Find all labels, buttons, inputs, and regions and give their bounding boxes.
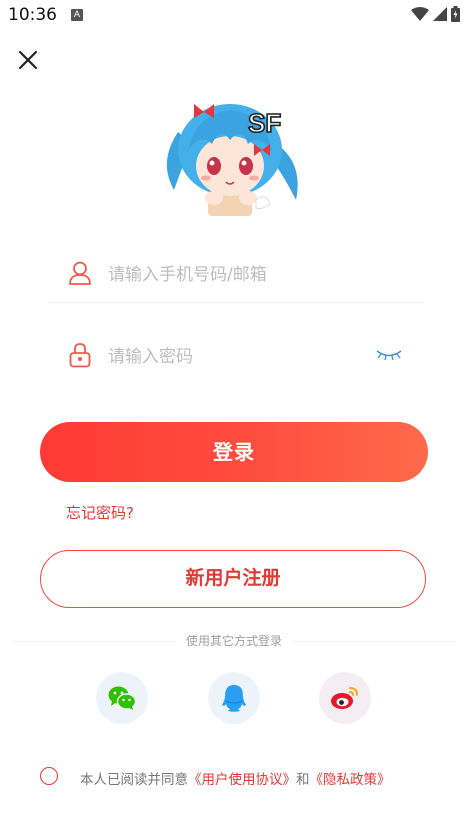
- user-icon: [69, 261, 91, 285]
- agreement-row: 本人已阅读并同意《用户使用协议》和《隐私政策》: [40, 766, 450, 788]
- forgot-password-link[interactable]: 忘记密码?: [66, 502, 134, 523]
- login-button[interactable]: 登录: [40, 422, 428, 482]
- user-agreement-link[interactable]: 《用户使用协议》: [188, 772, 296, 788]
- weibo-login-button[interactable]: [319, 672, 371, 724]
- agreement-prefix: 本人已阅读并同意: [80, 772, 188, 788]
- signal-icon: [433, 7, 447, 21]
- status-bar: 10:36 A: [0, 0, 468, 32]
- close-button[interactable]: [14, 46, 42, 74]
- wifi-icon: [411, 7, 429, 21]
- status-time: 10:36: [8, 5, 57, 25]
- notification-icon: A: [71, 9, 83, 21]
- agreement-and: 和: [296, 772, 310, 788]
- close-icon: [18, 50, 38, 70]
- password-field[interactable]: 请输入密码: [48, 324, 424, 384]
- register-button[interactable]: 新用户注册: [40, 550, 426, 608]
- qq-login-button[interactable]: [208, 672, 260, 724]
- account-field[interactable]: 请输入手机号码/邮箱: [48, 242, 424, 303]
- lock-icon: [69, 343, 91, 368]
- mascot-badge: SF: [248, 108, 281, 138]
- mascot-image: SF: [156, 92, 306, 222]
- qq-icon: [222, 685, 246, 712]
- agreement-text: 本人已阅读并同意《用户使用协议》和《隐私政策》: [80, 768, 391, 788]
- wechat-login-button[interactable]: [96, 672, 148, 724]
- wechat-icon: [108, 686, 137, 710]
- account-input[interactable]: 请输入手机号码/邮箱: [108, 260, 267, 285]
- weibo-icon: [331, 687, 358, 709]
- agreement-radio[interactable]: [40, 767, 58, 785]
- other-login-divider: 使用其它方式登录: [14, 632, 454, 650]
- eye-closed-icon[interactable]: [376, 348, 402, 362]
- other-login-label: 使用其它方式登录: [175, 634, 292, 648]
- privacy-policy-link[interactable]: 《隐私政策》: [310, 772, 391, 788]
- battery-icon: [451, 6, 460, 22]
- password-input[interactable]: 请输入密码: [108, 342, 193, 367]
- status-icons: [411, 6, 460, 22]
